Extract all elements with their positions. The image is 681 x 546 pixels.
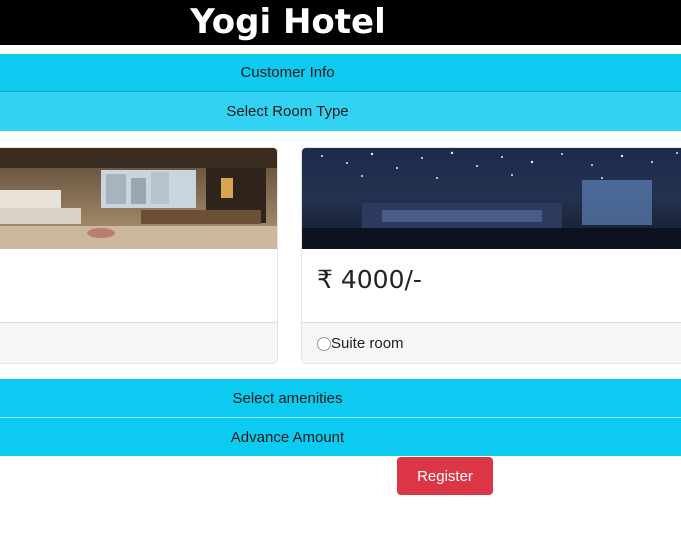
accordion-select-amenities-label: Select amenities: [232, 389, 343, 407]
room-image-suite: [302, 148, 681, 249]
room-card-suite: ₹ 4000/- Suite room: [301, 147, 681, 364]
room-name-suite: Suite room: [331, 335, 404, 352]
room-option-suite[interactable]: Suite room: [302, 322, 681, 363]
room-price-suite: ₹ 4000/-: [317, 265, 422, 294]
accordion-select-room-type[interactable]: Select Room Type: [0, 92, 681, 131]
room-image-standard: [0, 148, 277, 249]
register-button[interactable]: Register: [397, 457, 493, 495]
accordion-select-amenities[interactable]: Select amenities: [0, 379, 681, 418]
accordion-customer-info-label: Customer Info: [240, 64, 335, 81]
accordion-select-room-type-label: Select Room Type: [226, 103, 349, 120]
room-card-standard: [0, 147, 278, 364]
accordion-advance-amount[interactable]: Advance Amount: [0, 418, 681, 456]
site-header: Yogi Hotel: [0, 0, 681, 45]
site-title: Yogi Hotel: [190, 2, 386, 42]
accordion-advance-amount-label: Advance Amount: [230, 428, 345, 446]
accordion-customer-info[interactable]: Customer Info: [0, 54, 681, 92]
suite-room-radio[interactable]: [317, 336, 331, 351]
room-option-standard[interactable]: [0, 322, 277, 363]
